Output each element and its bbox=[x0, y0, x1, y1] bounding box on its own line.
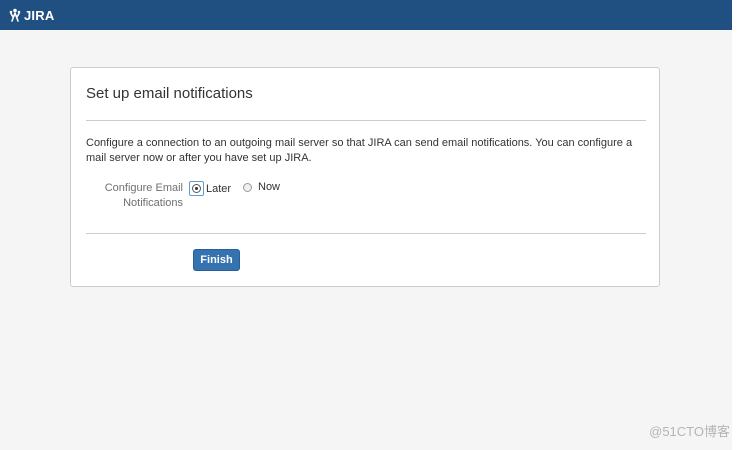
watermark-text: @51CTO博客 bbox=[649, 424, 730, 439]
radio-now-label: Now bbox=[258, 181, 281, 193]
logo-text: JIRA bbox=[24, 7, 55, 23]
radio-later[interactable]: Later bbox=[189, 181, 232, 196]
window-right-edge bbox=[732, 0, 744, 450]
radio-now[interactable]: Now bbox=[243, 181, 280, 193]
jira-logo-icon bbox=[9, 8, 21, 22]
description-text: Configure a connection to an outgoing ma… bbox=[86, 137, 633, 164]
radio-later-button[interactable] bbox=[192, 184, 201, 193]
finish-button[interactable]: Finish bbox=[193, 249, 240, 271]
page-title: Set up email notifications bbox=[86, 85, 253, 102]
radio-later-label: Later bbox=[206, 182, 232, 195]
email-notifications-label: Configure Email Notifications bbox=[104, 182, 183, 209]
title-divider bbox=[86, 120, 646, 121]
form-divider bbox=[86, 233, 646, 234]
top-navigation-bar: JIRA bbox=[0, 0, 732, 30]
setup-card: Set up email notifications Configure a c… bbox=[70, 67, 660, 287]
jira-logo[interactable]: JIRA bbox=[8, 7, 54, 23]
radio-focus-ring bbox=[189, 181, 204, 196]
radio-now-button[interactable] bbox=[243, 182, 252, 192]
